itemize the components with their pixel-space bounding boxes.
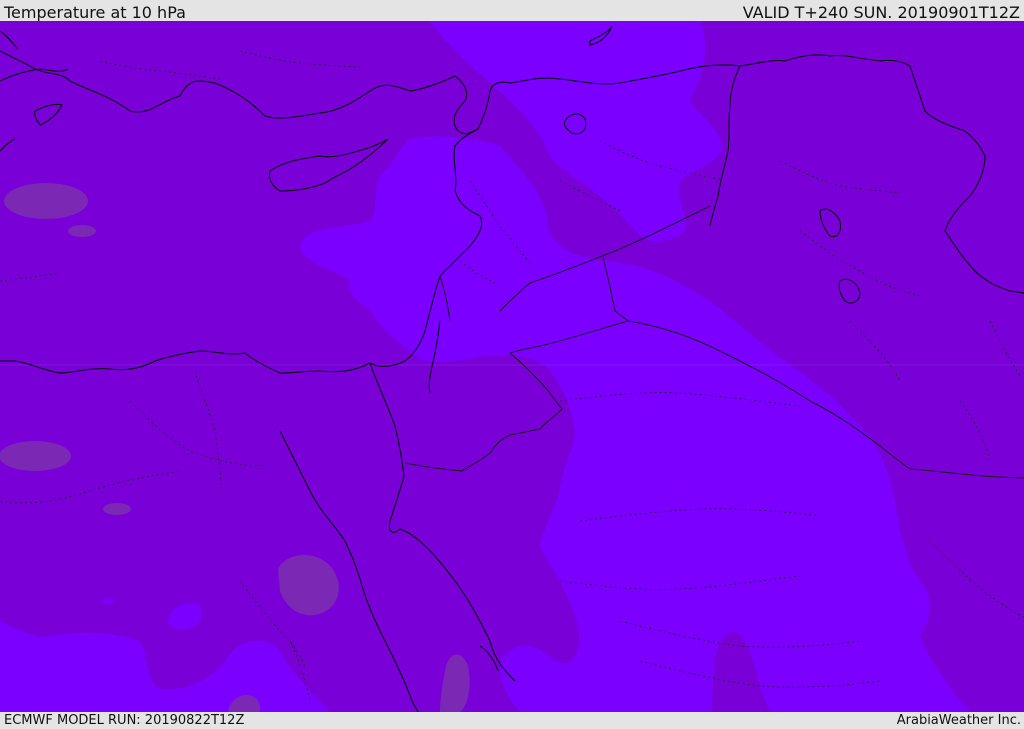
temperature-map[interactable] — [0, 21, 1024, 712]
footer-bar: ECMWF MODEL RUN: 20190822T12Z ArabiaWeat… — [0, 712, 1024, 729]
map-title: Temperature at 10 hPa — [4, 3, 186, 22]
contour-band-dot — [102, 598, 114, 604]
cool-patch-4 — [103, 503, 131, 515]
model-run: ECMWF MODEL RUN: 20190822T12Z — [4, 713, 245, 728]
credit: ArabiaWeather Inc. — [896, 713, 1021, 728]
header-bar: Temperature at 10 hPa VALID T+240 SUN. 2… — [0, 0, 1024, 22]
weather-map-page: Temperature at 10 hPa VALID T+240 SUN. 2… — [0, 0, 1024, 729]
cool-patch-3 — [0, 441, 71, 471]
cool-patch-2 — [68, 225, 96, 237]
valid-time: VALID T+240 SUN. 20190901T12Z — [742, 3, 1020, 22]
cool-patch-1 — [4, 183, 88, 219]
